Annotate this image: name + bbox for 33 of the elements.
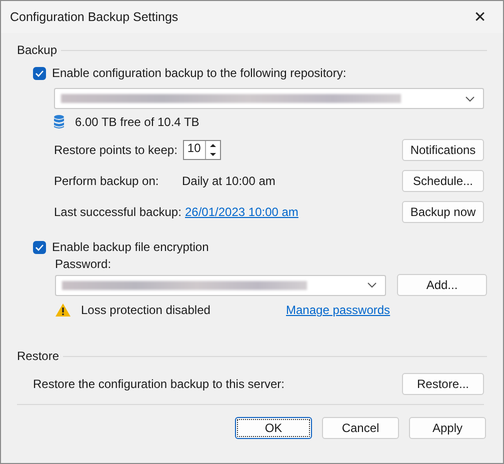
- checkbox-label: Enable configuration backup to the following repository:: [52, 66, 346, 80]
- warning-text: Loss protection disabled: [81, 303, 212, 317]
- storage-text: 6.00 TB free of 10.4 TB: [75, 115, 200, 129]
- check-icon: [35, 244, 44, 250]
- manage-passwords-link[interactable]: Manage passwords: [286, 303, 390, 317]
- checkbox[interactable]: [33, 240, 46, 254]
- button[interactable]: Apply: [409, 417, 486, 439]
- schedule-text: Daily at 10:00 am: [182, 174, 276, 188]
- field-label: Perform backup on:: [54, 174, 160, 188]
- window-title: Configuration Backup Settings: [10, 10, 180, 24]
- field-label: Password:: [55, 257, 112, 271]
- field-label: Restore points to keep:: [54, 143, 178, 157]
- button[interactable]: Schedule...: [402, 170, 484, 192]
- button[interactable]: OK: [235, 417, 312, 439]
- button[interactable]: Cancel: [322, 417, 399, 439]
- field-label: Last successful backup:: [54, 205, 182, 219]
- section-label: Restore: [17, 349, 60, 363]
- restore-text: Restore the configuration backup to this server:: [33, 377, 284, 391]
- number-spinner[interactable]: 10: [183, 140, 222, 160]
- button[interactable]: Notifications: [402, 139, 484, 161]
- warning-icon: [55, 303, 71, 317]
- close-button[interactable]: ✕: [457, 1, 503, 33]
- date-link[interactable]: 26/01/2023 10:00 am: [185, 205, 298, 219]
- button[interactable]: Restore...: [402, 373, 484, 395]
- checkbox-label: Enable backup file encryption: [52, 240, 209, 254]
- button[interactable]: Add...: [397, 274, 487, 296]
- chevron-down-icon: [465, 96, 475, 102]
- checkbox[interactable]: [33, 66, 46, 80]
- database-icon: [54, 115, 64, 129]
- section-label: Backup: [17, 43, 58, 57]
- button[interactable]: Backup now: [402, 201, 484, 223]
- chevron-down-icon: [367, 282, 377, 288]
- check-icon: [35, 70, 44, 76]
